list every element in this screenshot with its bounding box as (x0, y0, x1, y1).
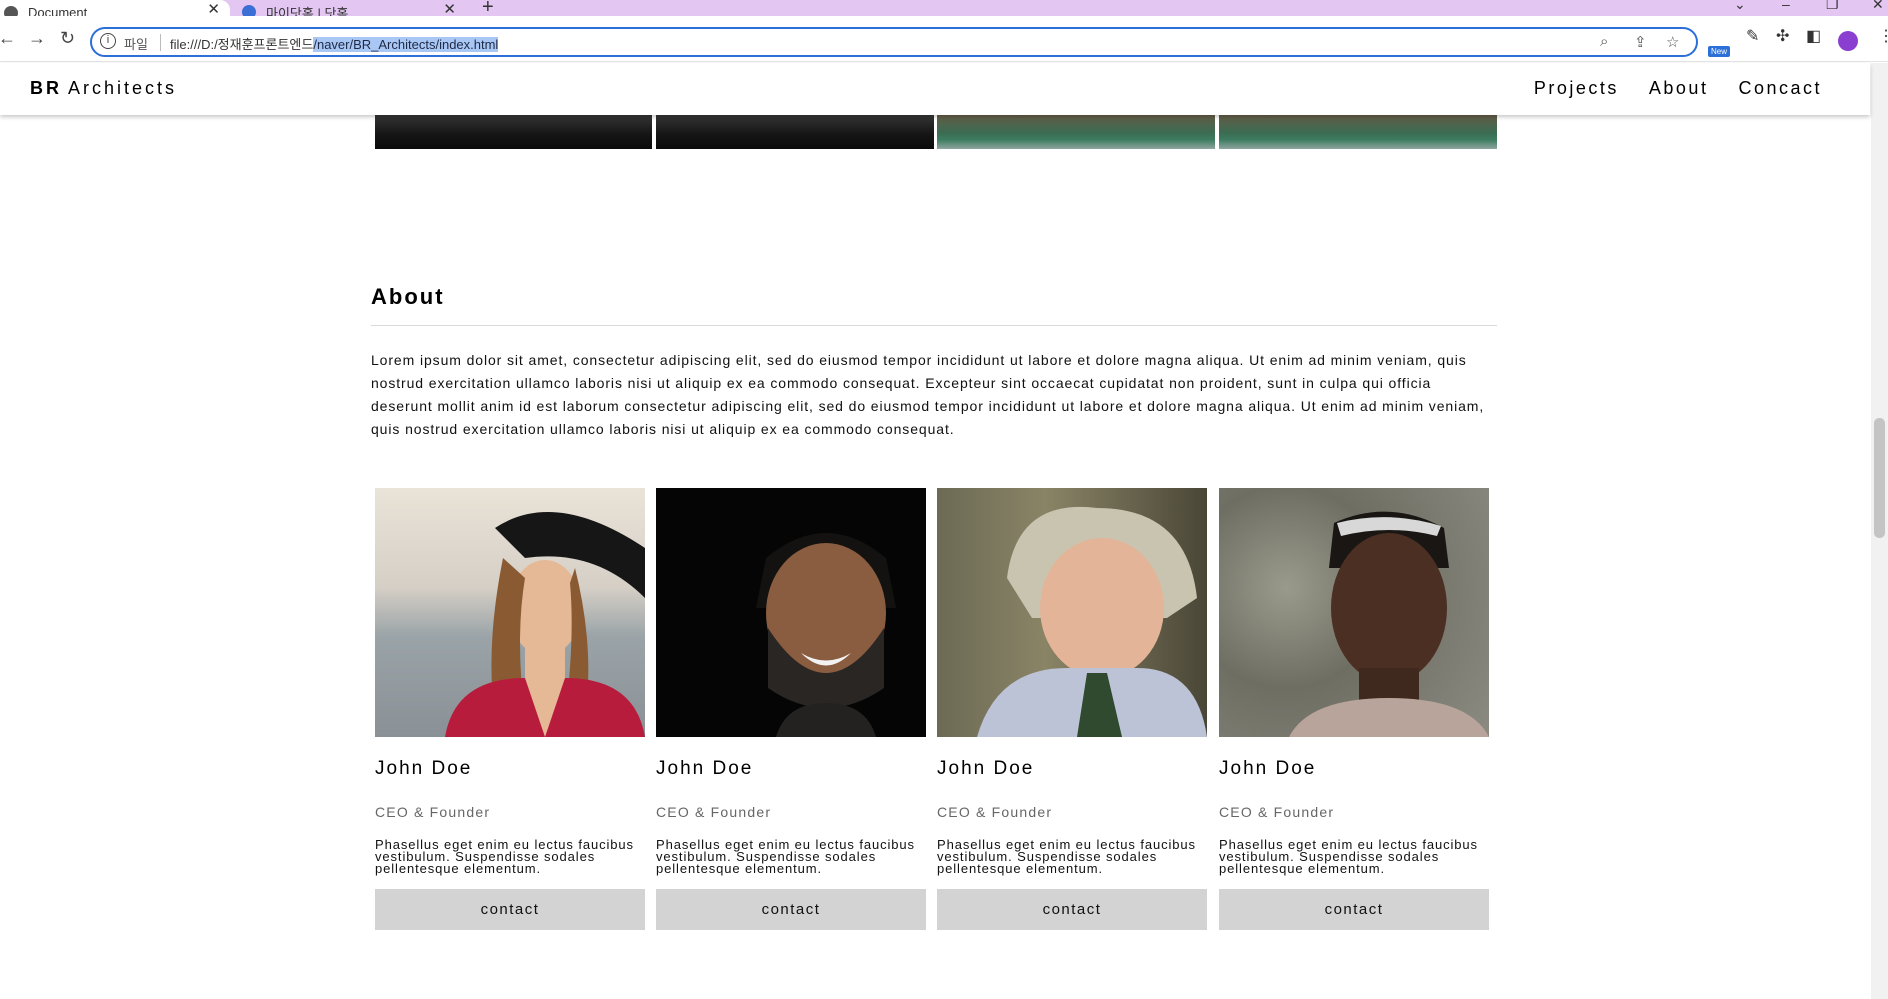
about-title: About (371, 284, 445, 309)
contact-button[interactable]: contact (1219, 889, 1489, 930)
url-text[interactable]: file:///D:/정재훈프론트엔드/naver/BR_Architects/… (170, 34, 499, 53)
member-name: John Doe (1219, 758, 1317, 779)
back-icon[interactable]: ← (0, 28, 16, 49)
portrait-bearded-man (656, 488, 926, 737)
about-body: Lorem ipsum dolor sit amet, consectetur … (371, 352, 1485, 437)
team-card: John Doe CEO & Founder Phasellus eget en… (1219, 488, 1489, 930)
reload-icon[interactable]: ↻ (60, 28, 75, 49)
browser-tab-bar: Document ✕ 마이닷홈 | 닷홈 ✕ + ⌄ – ❐ ✕ (0, 0, 1888, 25)
team-card: John Doe CEO & Founder Phasellus eget en… (375, 488, 645, 930)
puzzle-icon[interactable]: ✣ (1776, 26, 1789, 46)
member-description: Phasellus eget enim eu lectus faucibus v… (375, 837, 634, 876)
profile-avatar[interactable] (1838, 31, 1858, 51)
url-prefix: file:///D:/정재훈프론트엔드 (170, 37, 314, 52)
member-name: John Doe (656, 758, 754, 779)
project-image (656, 112, 934, 149)
project-image (1219, 112, 1497, 149)
site-header: BR Architects Projects About Concact (0, 63, 1870, 115)
site-logo[interactable]: BR Architects (30, 78, 177, 99)
window-close-icon[interactable]: ✕ (1872, 0, 1884, 13)
member-description: Phasellus eget enim eu lectus faucibus v… (1219, 837, 1478, 876)
menu-kebab-icon[interactable]: ⋮ (1878, 26, 1888, 46)
extension-new-badge[interactable]: New (1708, 46, 1731, 57)
project-image (937, 112, 1215, 149)
forward-icon[interactable]: → (28, 28, 46, 49)
nav-projects[interactable]: Projects (1534, 78, 1619, 99)
side-panel-icon[interactable]: ◧ (1806, 26, 1821, 46)
restore-icon[interactable]: ❐ (1826, 0, 1839, 13)
section-divider (371, 325, 1497, 326)
contact-button[interactable]: contact (937, 889, 1207, 930)
address-bar[interactable]: i 파일 file:///D:/정재훈프론트엔드/naver/BR_Archit… (90, 27, 1698, 57)
omnibox-divider (160, 34, 161, 51)
nav-about[interactable]: About (1649, 78, 1709, 99)
member-role: CEO & Founder (1219, 804, 1335, 820)
team-card: John Doe CEO & Founder Phasellus eget en… (937, 488, 1207, 930)
member-role: CEO & Founder (375, 804, 491, 820)
contact-button[interactable]: contact (375, 889, 645, 930)
member-role: CEO & Founder (937, 804, 1053, 820)
team-card: John Doe CEO & Founder Phasellus eget en… (656, 488, 926, 930)
share-icon[interactable]: ⇪ (1634, 33, 1647, 51)
member-description: Phasellus eget enim eu lectus faucibus v… (656, 837, 915, 876)
portrait-older-man (937, 488, 1207, 737)
member-name: John Doe (937, 758, 1035, 779)
nav-contact[interactable]: Concact (1738, 78, 1822, 99)
zoom-icon[interactable]: ⌕ (1600, 33, 1608, 50)
bookmark-star-icon[interactable]: ☆ (1666, 33, 1679, 51)
member-role: CEO & Founder (656, 804, 772, 820)
main-nav: Projects About Concact (1534, 78, 1822, 99)
minimize-icon[interactable]: – (1782, 0, 1790, 12)
logo-bold: BR (30, 78, 62, 98)
contact-button[interactable]: contact (656, 889, 926, 930)
member-name: John Doe (375, 758, 473, 779)
extension-icon[interactable]: ✎ (1746, 26, 1759, 46)
logo-text: Architects (68, 78, 178, 98)
project-image (375, 112, 652, 149)
portrait-young-man (1219, 488, 1489, 737)
site-info-icon[interactable]: i (100, 33, 116, 49)
page-scrollbar[interactable] (1871, 63, 1888, 999)
tab-search-icon[interactable]: ⌄ (1734, 0, 1746, 13)
browser-toolbar: ← → ↻ i 파일 file:///D:/정재훈프론트엔드/naver/BR_… (0, 16, 1888, 62)
portrait-woman-hat (375, 488, 645, 737)
scheme-label: 파일 (124, 37, 148, 52)
member-description: Phasellus eget enim eu lectus faucibus v… (937, 837, 1196, 876)
url-selected-text: /naver/BR_Architects/index.html (313, 37, 499, 52)
scrollbar-thumb[interactable] (1874, 418, 1885, 538)
projects-strip (375, 112, 1497, 149)
